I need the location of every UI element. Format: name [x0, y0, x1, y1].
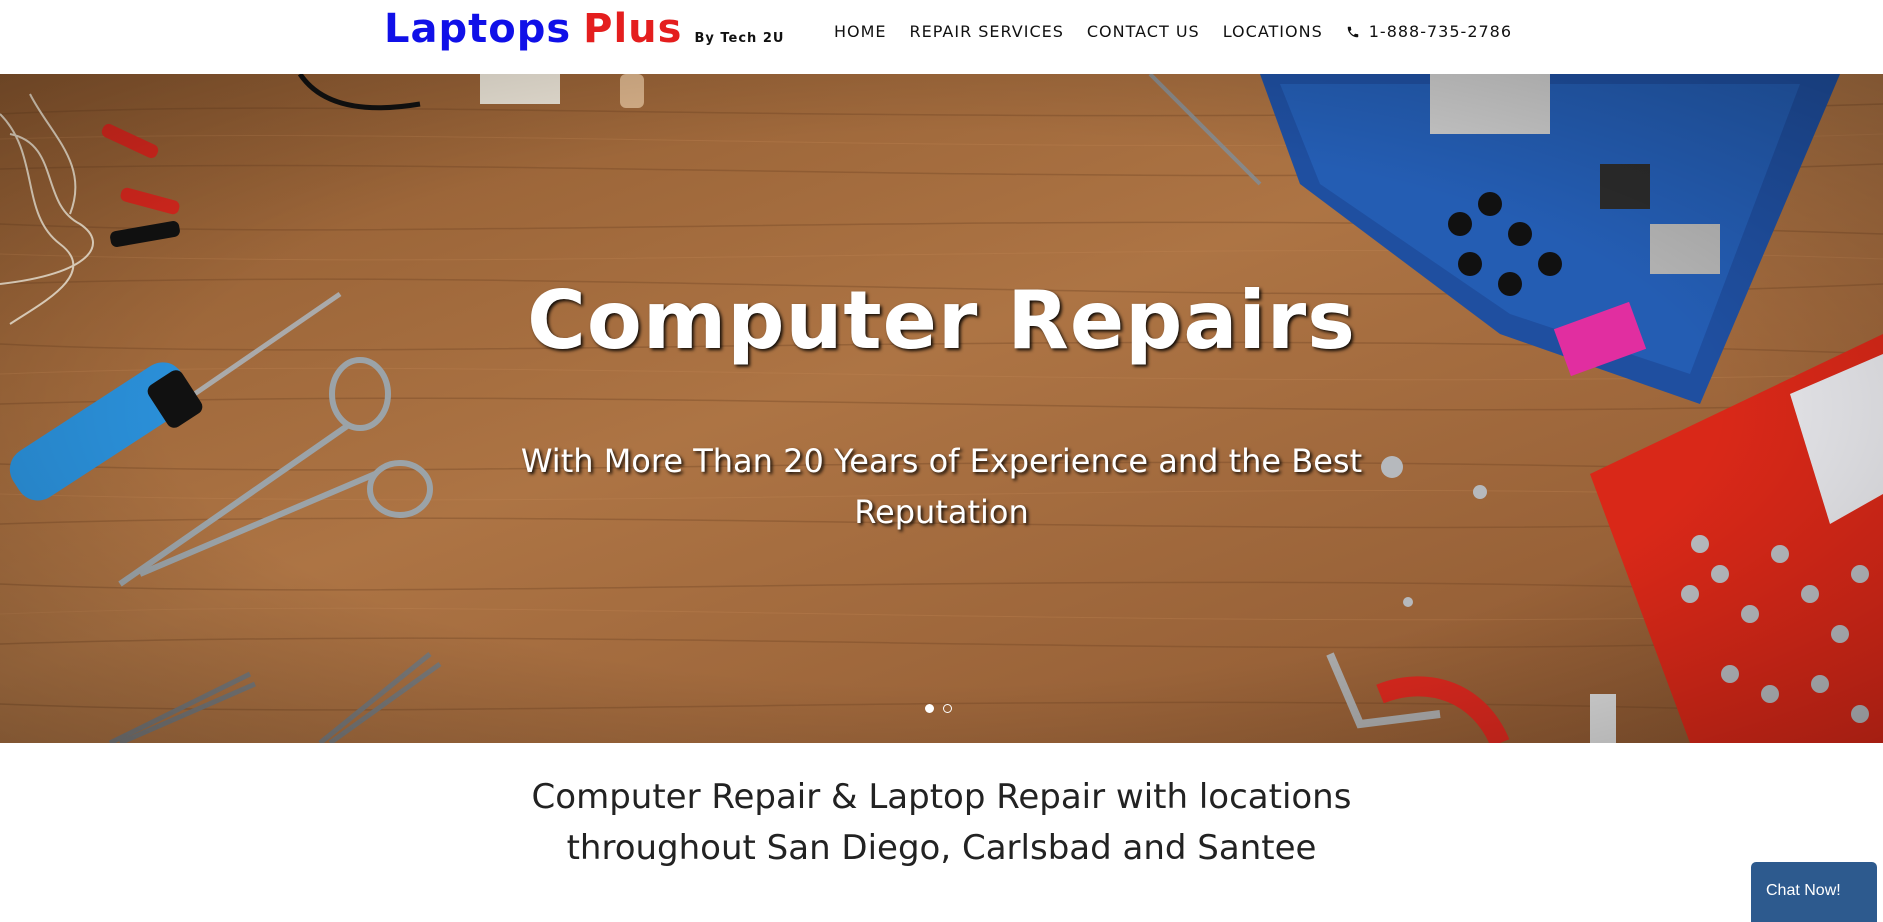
hero-slider: Computer Repairs With More Than 20 Years… — [0, 74, 1883, 743]
nav-contact-us[interactable]: CONTACT US — [1087, 22, 1200, 41]
phone-icon — [1347, 26, 1358, 37]
site-header: Laptops Plus By Tech 2U HOME REPAIR SERV… — [0, 0, 1883, 74]
hero-subtitle: With More Than 20 Years of Experience an… — [520, 442, 1363, 531]
slider-dot-1[interactable] — [925, 704, 934, 713]
logo-plus-text: Plus — [583, 6, 683, 52]
workbench-background-image — [0, 74, 1883, 743]
chat-now-button[interactable]: Chat Now! — [1751, 862, 1877, 922]
phone-number: 1-888-735-2786 — [1368, 22, 1513, 41]
nav-locations[interactable]: LOCATIONS — [1223, 22, 1323, 41]
hero-title: Computer Repairs — [527, 274, 1356, 367]
main-nav: HOME REPAIR SERVICES CONTACT US LOCATION… — [834, 22, 1512, 41]
intro-heading: Computer Repair & Laptop Repair with loc… — [531, 777, 1352, 868]
nav-repair-services[interactable]: REPAIR SERVICES — [910, 22, 1064, 41]
logo-laptops-text: Laptops — [384, 6, 572, 52]
logo-byline: By Tech 2U — [694, 31, 785, 46]
nav-home[interactable]: HOME — [834, 22, 887, 41]
slider-pagination — [925, 704, 952, 713]
slider-dot-2[interactable] — [943, 704, 952, 713]
nav-phone-link[interactable]: 1-888-735-2786 — [1346, 22, 1512, 41]
site-logo[interactable]: Laptops Plus By Tech 2U — [384, 6, 784, 66]
